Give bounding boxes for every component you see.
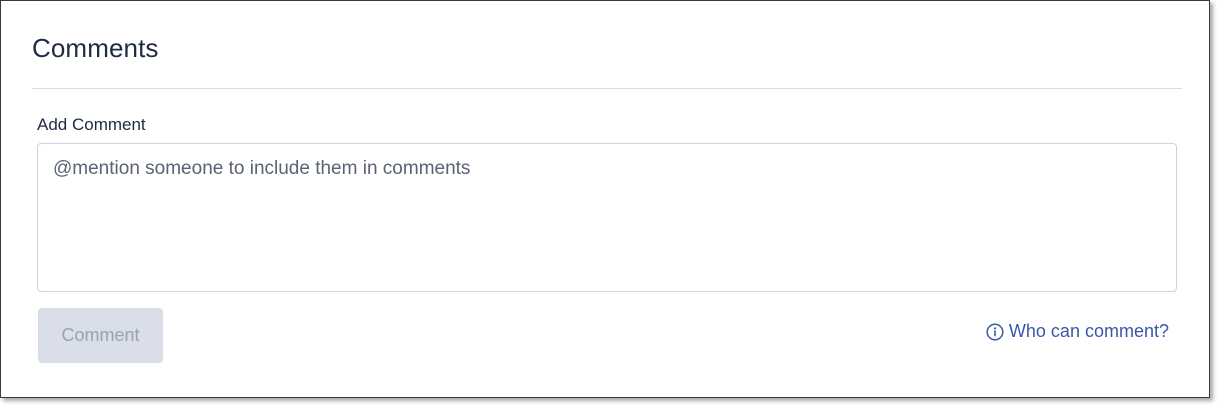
comments-title: Comments bbox=[32, 33, 159, 63]
comment-textarea[interactable] bbox=[37, 143, 1177, 292]
divider bbox=[32, 88, 1182, 89]
who-can-comment-link[interactable]: Who can comment? bbox=[986, 321, 1169, 342]
comment-button[interactable]: Comment bbox=[38, 308, 163, 363]
add-comment-label: Add Comment bbox=[37, 115, 146, 134]
comments-section: Comments Add Comment Comment Who can com… bbox=[1, 1, 1209, 397]
who-can-comment-label: Who can comment? bbox=[1008, 321, 1169, 341]
comments-panel: Comments Add Comment Comment Who can com… bbox=[0, 0, 1210, 398]
info-icon bbox=[986, 322, 1004, 341]
